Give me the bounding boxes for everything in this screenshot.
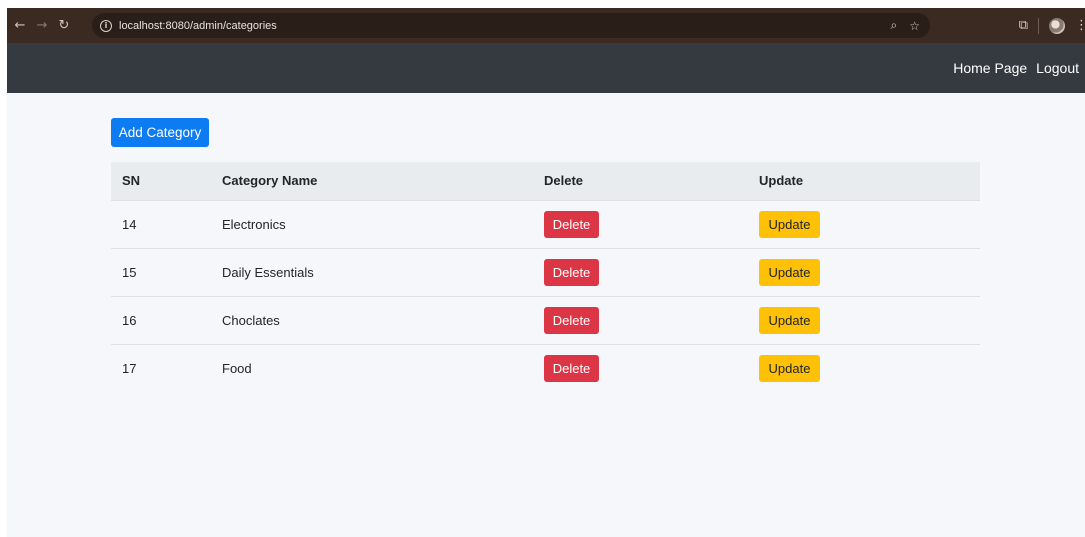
reload-icon[interactable]: ↻ [53,15,75,37]
row-update-cell: Update [749,296,980,345]
home-page-link[interactable]: Home Page [953,60,1027,76]
table-row: 17 Food Delete Update [111,344,980,392]
row-sn: 16 [111,296,211,345]
info-icon[interactable]: i [100,19,112,32]
main-content: Add Category SN Category Name Delete Upd… [111,118,980,392]
row-update-cell: Update [749,344,980,392]
delete-button[interactable]: Delete [544,210,599,238]
delete-button[interactable]: Delete [544,258,599,286]
row-update-cell: Update [749,200,980,249]
table-row: 16 Choclates Delete Update [111,296,980,345]
row-category-name: Daily Essentials [211,248,534,297]
update-button[interactable]: Update [759,258,820,286]
url-text: localhost:8080/admin/categories [119,19,277,32]
forward-icon[interactable]: → [31,15,53,37]
row-sn: 14 [111,200,211,249]
row-delete-cell: Delete [534,200,749,249]
row-delete-cell: Delete [534,344,749,392]
row-update-cell: Update [749,248,980,297]
menu-icon[interactable]: ⋮ [1075,18,1085,33]
add-category-button[interactable]: Add Category [111,118,209,147]
row-category-name: Food [222,360,252,376]
logout-link[interactable]: Logout [1036,60,1079,76]
top-margin [0,0,1085,8]
app-navbar: Home Page Logout [7,43,1085,93]
table-row: 15 Daily Essentials Delete Update [111,248,980,297]
header-update: Update [749,162,980,201]
toolbar-actions: ⧉ ⋮ [1019,8,1085,43]
address-bar-actions: ⌕ ☆ [891,13,921,38]
table-header-row: SN Category Name Delete Update [111,162,980,201]
delete-button[interactable]: Delete [544,306,599,334]
row-sn: 15 [111,248,211,297]
back-icon[interactable]: ← [9,15,31,37]
extensions-icon[interactable]: ⧉ [1019,18,1028,33]
profile-avatar[interactable] [1049,17,1065,34]
star-icon[interactable]: ☆ [909,19,920,33]
update-button[interactable]: Update [759,354,820,382]
row-category-name: Electronics [211,200,534,249]
browser-toolbar: ← → ↻ i localhost:8080/admin/categories … [7,8,1085,43]
table-row: 14 Electronics Delete Update [111,200,980,249]
delete-button[interactable]: Delete [544,354,599,382]
row-sn: 17 [122,360,137,376]
toolbar-separator [1038,17,1039,34]
left-margin [0,0,7,537]
zoom-icon[interactable]: ⌕ [891,18,898,33]
header-category-name: Category Name [211,162,534,201]
row-delete-cell: Delete [534,296,749,345]
update-button[interactable]: Update [759,210,820,238]
address-bar[interactable]: i localhost:8080/admin/categories ⌕ ☆ [92,13,930,38]
categories-table: SN Category Name Delete Update 14 Electr… [111,162,980,392]
row-category-name: Choclates [211,296,534,345]
update-button[interactable]: Update [759,306,820,334]
header-sn: SN [111,162,211,201]
row-delete-cell: Delete [534,248,749,297]
header-delete: Delete [534,162,749,201]
